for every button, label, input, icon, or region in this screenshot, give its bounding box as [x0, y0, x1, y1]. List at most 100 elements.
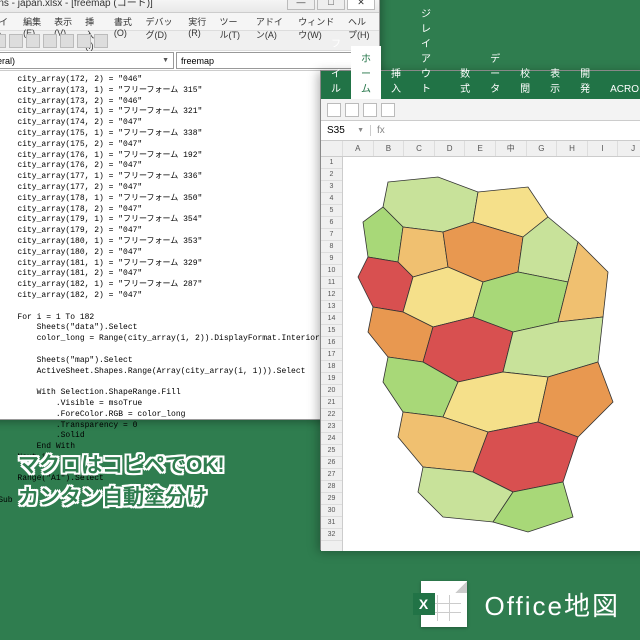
excel-tab[interactable]: ACRO	[600, 80, 640, 99]
row-header[interactable]: 22	[321, 409, 342, 421]
tagline-line2: カンタン自動塗分け	[18, 482, 225, 514]
vba-title-text: ications - japan.xlsx - [freemap (コード)]	[0, 0, 287, 9]
excel-tab[interactable]: 表示	[540, 61, 570, 99]
minimize-button[interactable]: —	[287, 0, 315, 10]
row-header[interactable]: 1	[321, 157, 342, 169]
row-header[interactable]: 31	[321, 517, 342, 529]
vba-menu-item[interactable]: ファイル(F)	[0, 13, 17, 30]
excel-tab[interactable]: ページ レイアウト	[411, 0, 450, 99]
chevron-down-icon: ▼	[357, 127, 364, 134]
row-header[interactable]: 7	[321, 229, 342, 241]
toolbar-icon[interactable]	[60, 34, 74, 48]
vba-menubar: ファイル(F)編集(E)表示(V)挿入(I)書式(O)デバッグ(D)実行(R)ツ…	[0, 13, 379, 31]
toolbar-icon[interactable]	[9, 34, 23, 48]
excel-window: ファイルホーム挿入ページ レイアウト数式データ校閲表示開発ACRO S35 ▼ …	[320, 70, 640, 550]
row-header[interactable]: 18	[321, 361, 342, 373]
row-header[interactable]: 14	[321, 313, 342, 325]
row-header[interactable]: 10	[321, 265, 342, 277]
close-button[interactable]: ✕	[347, 0, 375, 10]
toolbar-icon[interactable]	[0, 34, 6, 48]
row-headers: 1234567891011121314151617181920212223242…	[321, 157, 343, 551]
select-all-corner[interactable]	[321, 141, 343, 156]
row-header[interactable]: 9	[321, 253, 342, 265]
vba-menu-item[interactable]: 編集(E)	[17, 13, 48, 30]
excel-tab[interactable]: 数式	[450, 61, 480, 99]
row-header[interactable]: 29	[321, 493, 342, 505]
toolbar-icon[interactable]	[77, 34, 91, 48]
toolbar-icon[interactable]	[43, 34, 57, 48]
vba-menu-item[interactable]: デバッグ(D)	[139, 13, 182, 30]
maximize-button[interactable]: □	[317, 0, 345, 10]
column-header[interactable]: H	[557, 141, 588, 156]
formula-input[interactable]	[391, 121, 640, 140]
row-header[interactable]: 13	[321, 301, 342, 313]
column-header[interactable]: C	[404, 141, 435, 156]
row-header[interactable]: 15	[321, 325, 342, 337]
row-header[interactable]: 2	[321, 169, 342, 181]
vba-menu-item[interactable]: 挿入(I)	[79, 13, 108, 30]
row-header[interactable]: 4	[321, 193, 342, 205]
name-box[interactable]: S35 ▼	[321, 125, 371, 136]
row-header[interactable]: 17	[321, 349, 342, 361]
row-header[interactable]: 20	[321, 385, 342, 397]
row-header[interactable]: 24	[321, 433, 342, 445]
fx-icon[interactable]: fx	[371, 125, 391, 136]
column-header[interactable]: I	[588, 141, 619, 156]
column-header[interactable]: J	[618, 141, 640, 156]
cut-icon[interactable]	[345, 103, 359, 117]
row-header[interactable]: 27	[321, 469, 342, 481]
column-header[interactable]: D	[435, 141, 466, 156]
column-header[interactable]: B	[374, 141, 405, 156]
column-headers: ABCDE中GHIJ	[321, 141, 640, 157]
excel-sheet-canvas[interactable]	[343, 157, 640, 551]
row-header[interactable]: 19	[321, 373, 342, 385]
excel-tab[interactable]: 挿入	[381, 61, 411, 99]
vba-menu-item[interactable]: 書式(O)	[108, 13, 140, 30]
vba-menu-item[interactable]: ウィンドウ(W)	[292, 13, 342, 30]
excel-quick-toolbar	[321, 99, 640, 121]
brand-label: Office地図	[485, 586, 620, 623]
promo-tagline: マクロはコピペでOK! カンタン自動塗分け	[18, 450, 225, 513]
paste-icon[interactable]	[327, 103, 341, 117]
row-header[interactable]: 11	[321, 277, 342, 289]
row-header[interactable]: 32	[321, 529, 342, 541]
vba-object-dropdown[interactable]: (General) ▼	[0, 52, 174, 69]
tagline-line1: マクロはコピペでOK!	[18, 450, 225, 482]
excel-tab[interactable]: データ	[480, 46, 510, 99]
toolbar-icon[interactable]	[26, 34, 40, 48]
row-header[interactable]: 16	[321, 337, 342, 349]
excel-tab[interactable]: ホーム	[351, 46, 381, 99]
window-controls: — □ ✕	[287, 0, 375, 10]
row-header[interactable]: 12	[321, 289, 342, 301]
excel-tab[interactable]: ファイル	[321, 31, 351, 99]
vba-menu-item[interactable]: 実行(R)	[182, 13, 213, 30]
row-header[interactable]: 6	[321, 217, 342, 229]
row-header[interactable]: 30	[321, 505, 342, 517]
row-header[interactable]: 21	[321, 397, 342, 409]
column-header[interactable]: E	[465, 141, 496, 156]
chiba-choropleth-map	[348, 162, 638, 542]
format-painter-icon[interactable]	[381, 103, 395, 117]
toolbar-icon[interactable]	[94, 34, 108, 48]
bottom-brand-bar: X Office地図	[0, 568, 640, 640]
row-header[interactable]: 5	[321, 205, 342, 217]
excel-grid-body: 1234567891011121314151617181920212223242…	[321, 157, 640, 551]
row-header[interactable]: 23	[321, 421, 342, 433]
row-header[interactable]: 3	[321, 181, 342, 193]
vba-menu-item[interactable]: 表示(V)	[48, 13, 79, 30]
row-header[interactable]: 25	[321, 445, 342, 457]
column-header[interactable]: G	[527, 141, 558, 156]
excel-tab[interactable]: 開発	[570, 61, 600, 99]
vba-menu-item[interactable]: アドイン(A)	[250, 13, 292, 30]
excel-formula-bar: S35 ▼ fx	[321, 121, 640, 141]
copy-icon[interactable]	[363, 103, 377, 117]
row-header[interactable]: 28	[321, 481, 342, 493]
column-header[interactable]: A	[343, 141, 374, 156]
row-header[interactable]: 8	[321, 241, 342, 253]
vba-menu-item[interactable]: ヘルプ(H)	[342, 13, 379, 30]
vba-menu-item[interactable]: ツール(T)	[214, 13, 250, 30]
column-header[interactable]: 中	[496, 141, 527, 156]
row-header[interactable]: 26	[321, 457, 342, 469]
cell-reference: S35	[327, 125, 345, 136]
excel-tab[interactable]: 校閲	[510, 61, 540, 99]
